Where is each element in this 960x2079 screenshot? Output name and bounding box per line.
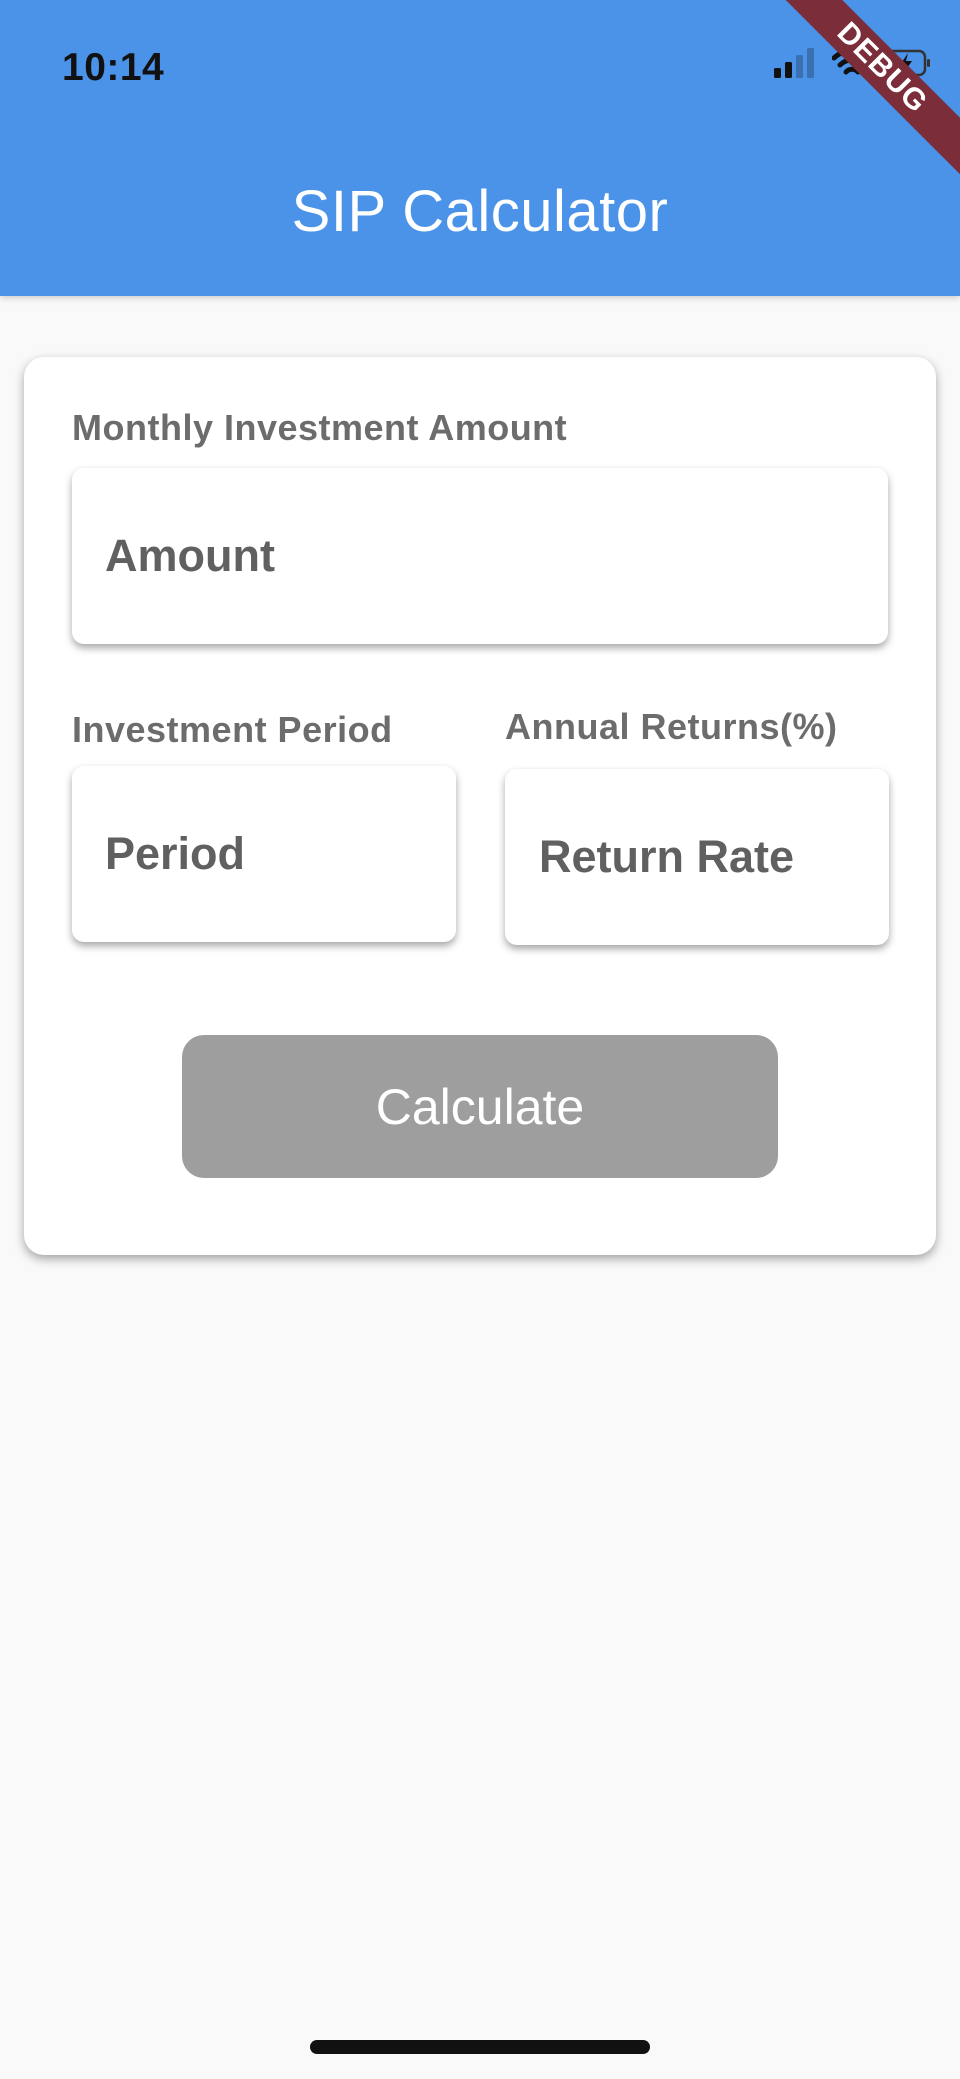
amount-input[interactable] xyxy=(103,529,888,583)
app-bar: 10:14 SIP Calculator DEBUG xyxy=(0,0,960,296)
monthly-investment-label: Monthly Investment Amount xyxy=(72,407,568,448)
cellular-signal-icon xyxy=(774,48,818,83)
return-rate-field[interactable] xyxy=(505,769,889,945)
investment-period-label: Investment Period xyxy=(72,709,393,750)
return-rate-input[interactable] xyxy=(537,830,889,884)
status-time: 10:14 xyxy=(62,46,165,89)
debug-banner: DEBUG xyxy=(754,0,960,196)
calculate-button[interactable]: Calculate xyxy=(182,1035,778,1178)
home-indicator[interactable] xyxy=(310,2040,650,2054)
annual-returns-label: Annual Returns(%) xyxy=(505,706,838,747)
sip-form-card: Monthly Investment Amount Investment Per… xyxy=(24,357,936,1255)
period-field[interactable] xyxy=(72,766,456,942)
amount-field[interactable] xyxy=(72,468,888,644)
app-title: SIP Calculator xyxy=(291,179,669,244)
period-input[interactable] xyxy=(103,827,456,881)
